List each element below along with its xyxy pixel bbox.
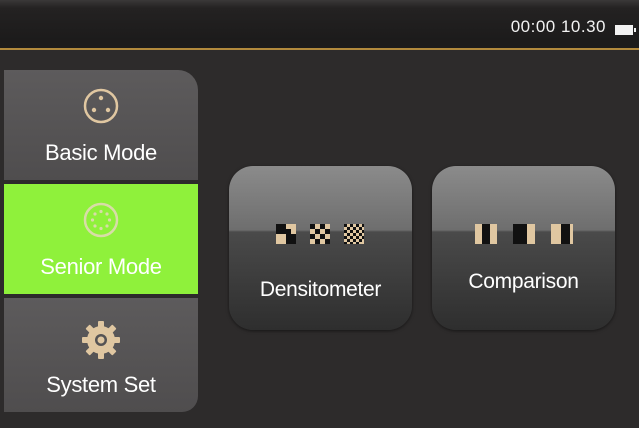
sidebar-item-label: Senior Mode xyxy=(40,254,162,279)
gear-icon xyxy=(82,321,120,359)
densitometer-label: Densitometer xyxy=(259,278,382,301)
sidebar-item-senior-mode[interactable]: Senior Mode xyxy=(4,184,198,294)
comparison-button[interactable]: Comparison xyxy=(432,166,615,330)
comparison-icon xyxy=(474,224,573,244)
senior-mode-icon xyxy=(83,202,119,238)
sidebar-item-label: Basic Mode xyxy=(45,140,157,165)
densitometer-icon xyxy=(275,224,364,244)
battery-icon xyxy=(615,25,636,35)
status-time: 00:00 10.30 xyxy=(510,17,606,36)
sidebar-item-system-set[interactable]: System Set xyxy=(4,298,198,412)
sidebar-item-label: System Set xyxy=(46,372,156,397)
status-bar: 00:00 10.30 xyxy=(0,0,639,50)
sidebar: Basic Mode Senior Mode System Set xyxy=(4,70,198,412)
comparison-label: Comparison xyxy=(468,270,579,293)
sidebar-item-basic-mode[interactable]: Basic Mode xyxy=(4,70,198,180)
densitometer-button[interactable]: Densitometer xyxy=(229,166,412,330)
basic-mode-icon xyxy=(83,88,119,124)
